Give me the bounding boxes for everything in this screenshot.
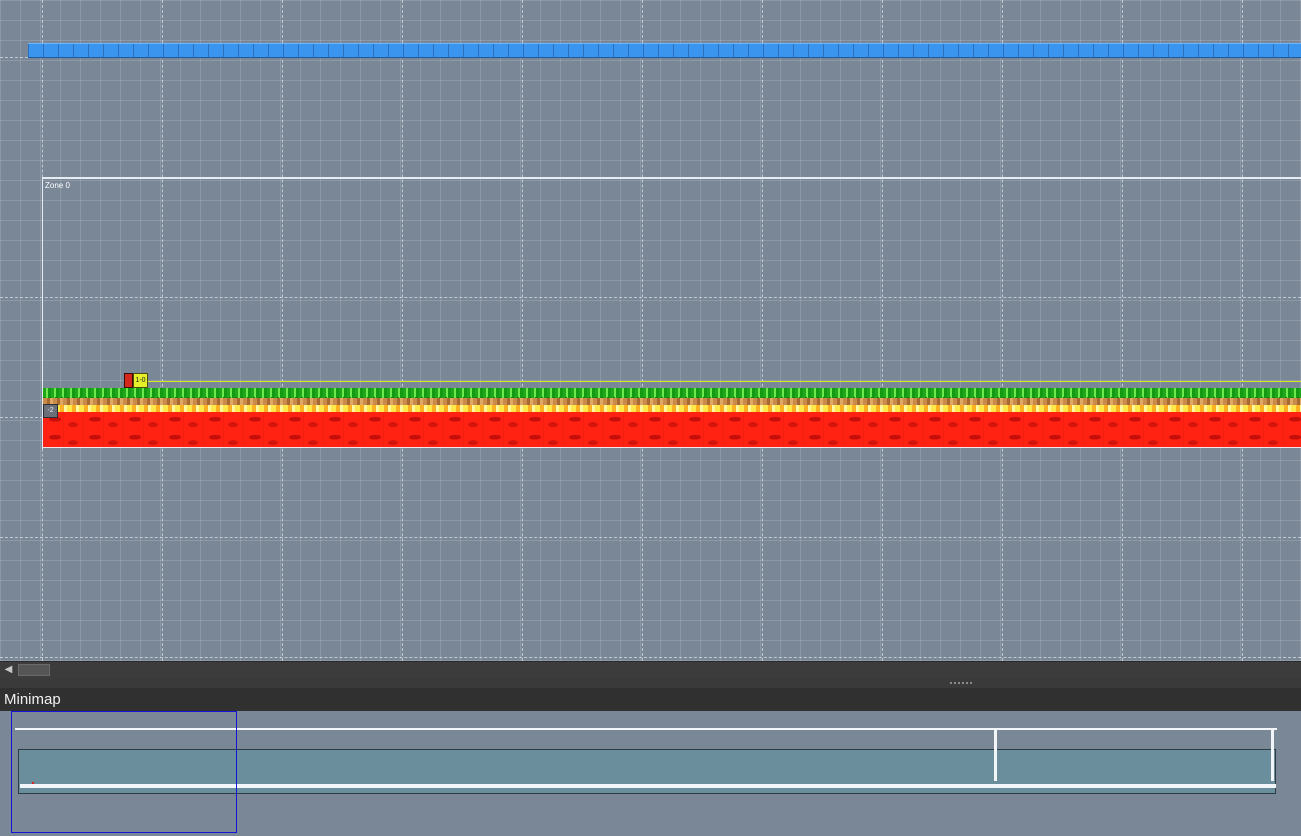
lava-surface-row[interactable] xyxy=(43,405,1301,412)
grid-line-major xyxy=(882,0,883,661)
grid-line-major xyxy=(522,0,523,661)
grip-icon[interactable] xyxy=(950,682,972,684)
grid-line-major xyxy=(402,0,403,661)
panel-splitter[interactable] xyxy=(0,678,1301,688)
minimap-panel[interactable] xyxy=(0,711,1301,836)
grid-line-major xyxy=(162,0,163,661)
lava-tile-block[interactable] xyxy=(43,412,1301,448)
path-line xyxy=(145,381,1301,382)
minimap-wall xyxy=(1271,730,1274,781)
grid-line-major xyxy=(0,657,1301,658)
blue-block-row[interactable] xyxy=(28,43,1301,58)
grid-line-major xyxy=(1122,0,1123,661)
grid-line-major xyxy=(0,297,1301,298)
entity-marker[interactable]: -2 xyxy=(43,404,58,418)
triangle-left-icon[interactable]: ◀ xyxy=(0,662,17,678)
grid-line-major xyxy=(1242,0,1243,661)
grass-tile-row[interactable] xyxy=(43,388,1301,401)
level-canvas[interactable]: Zone 0 1-0 -2 xyxy=(0,0,1301,661)
horizontal-scrollbar[interactable]: ◀ xyxy=(0,661,1301,678)
dirt-tile-row[interactable] xyxy=(43,398,1301,405)
grid-line-major xyxy=(282,0,283,661)
grid-line-major xyxy=(1002,0,1003,661)
grid-line-major xyxy=(762,0,763,661)
minimap-viewport[interactable] xyxy=(11,711,237,833)
minimap-header: Minimap xyxy=(0,688,1301,711)
minimap-title: Minimap xyxy=(4,691,61,708)
zone-label: Zone 0 xyxy=(45,181,70,190)
scrollbar-thumb[interactable] xyxy=(18,664,50,676)
spawn-marker[interactable]: 1-0 xyxy=(133,373,148,388)
zone-boundary-top xyxy=(42,177,1301,179)
grid-line-major xyxy=(0,537,1301,538)
red-marker[interactable] xyxy=(124,373,133,388)
zone-boundary-bottom xyxy=(43,447,1301,448)
grid-line-major xyxy=(642,0,643,661)
minimap-wall xyxy=(994,730,997,781)
